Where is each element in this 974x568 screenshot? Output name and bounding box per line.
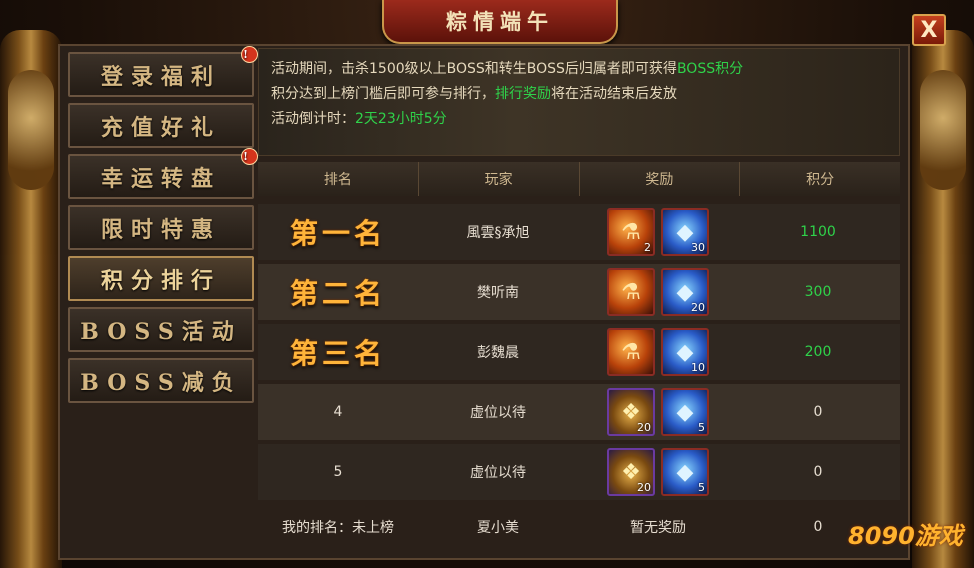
game-window: 粽情端午 X 登录福利 ! 充值好礼 幸运转盘 ! 限时特惠 积分排行 BOSS… (0, 0, 974, 568)
my-name: 夏小美 (477, 520, 519, 536)
potion-icon[interactable]: ⚗ (607, 328, 655, 376)
menu-item-label: 充值好礼 (100, 114, 221, 141)
player-name: 虚位以待 (470, 405, 526, 421)
reward-items: ⚗ 2 ◆ 30 (578, 204, 738, 260)
alert-badge: ! (241, 46, 258, 63)
item-quantity: 20 (637, 421, 651, 434)
menu-item-boss-relief[interactable]: BOSS减负 (68, 358, 254, 403)
table-row: 第三名 彭魏晨 ⚗ ◆ 10 200 (258, 324, 900, 380)
menu-item-label: 登录福利 (100, 63, 221, 90)
close-button[interactable]: X (912, 14, 946, 46)
header-score: 积分 (806, 172, 835, 188)
reward-items: ⚗ ◆ 10 (578, 324, 738, 380)
item-quantity: 10 (691, 361, 705, 374)
menu-item-label: 积分排行 (100, 267, 221, 294)
my-rank: 我的排名：未上榜 (282, 520, 394, 536)
item-quantity: 5 (698, 481, 705, 494)
menu-item-label: 限时特惠 (100, 216, 221, 243)
crystal-icon[interactable]: ◆ 5 (661, 448, 709, 496)
score-value: 1100 (800, 224, 836, 240)
menu-item-login-bonus[interactable]: 登录福利 ! (68, 46, 258, 97)
score-value: 0 (813, 464, 823, 480)
menu-item-label: BOSS活动 (80, 318, 242, 345)
rank-label: 4 (333, 404, 343, 420)
my-ranking-footer: 我的排名：未上榜 夏小美 暂无奖励 0 (258, 502, 900, 552)
potion-icon[interactable]: ⚗ (607, 268, 655, 316)
menu-item-limited-offer[interactable]: 限时特惠 (68, 205, 254, 250)
table-row: 第二名 樊听南 ⚗ ◆ 20 300 (258, 264, 900, 320)
item-quantity: 2 (644, 241, 651, 254)
treasure-chest-icon[interactable]: ❖ 20 (607, 448, 655, 496)
site-logo: 8090游戏 (848, 522, 963, 550)
crystal-icon[interactable]: ◆ 20 (661, 268, 709, 316)
menu-item-lucky-wheel[interactable]: 幸运转盘 ! (68, 148, 258, 199)
rank-label: 第二名 (289, 277, 386, 310)
menu-item-label: BOSS减负 (80, 369, 242, 396)
treasure-chest-icon[interactable]: ❖ 20 (607, 388, 655, 436)
boss-points-highlight: BOSS积分 (676, 61, 744, 77)
header-rank: 排名 (258, 162, 419, 196)
item-quantity: 20 (637, 481, 651, 494)
score-value: 200 (804, 344, 832, 360)
countdown-value: 2天23小时5分 (355, 111, 447, 127)
player-name: 樊听南 (477, 285, 519, 301)
table-row: 第一名 風雲§承旭 ⚗ 2 ◆ 30 1100 (258, 204, 900, 260)
my-reward: 暂无奖励 (630, 520, 686, 536)
right-statue-decoration (912, 30, 974, 568)
ranking-table-header: 排名 玩家 奖励 积分 (258, 162, 900, 196)
menu-item-label: 幸运转盘 (100, 165, 221, 192)
side-menu: 登录福利 ! 充值好礼 幸运转盘 ! 限时特惠 积分排行 BOSS活动 BOSS… (68, 46, 258, 409)
crystal-icon[interactable]: ◆ 5 (661, 388, 709, 436)
item-quantity: 20 (691, 301, 705, 314)
ranking-reward-highlight: 排行奖励 (495, 86, 551, 102)
event-info-box: 活动期间，击杀1500级以上BOSS和转生BOSS后归属者即可获得BOSS积分 … (258, 48, 900, 156)
menu-item-points-ranking[interactable]: 积分排行 (68, 256, 254, 301)
countdown: 活动倒计时：2天23小时5分 (271, 111, 447, 127)
player-name: 彭魏晨 (477, 345, 519, 361)
crystal-icon[interactable]: ◆ 10 (661, 328, 709, 376)
item-quantity: 5 (698, 421, 705, 434)
alert-badge: ! (241, 148, 258, 165)
window-title: 粽情端午 (382, 0, 618, 44)
header-player: 玩家 (419, 162, 580, 196)
reward-items: ❖ 20 ◆ 5 (578, 384, 738, 440)
menu-item-recharge-gift[interactable]: 充值好礼 (68, 103, 254, 148)
info-line-2: 积分达到上榜门槛后即可参与排行，排行奖励将在活动结束后发放 (271, 86, 677, 102)
table-row: 5 虚位以待 ❖ 20 ◆ 5 0 (258, 444, 900, 500)
header-reward: 奖励 (580, 162, 741, 196)
info-line-1: 活动期间，击杀1500级以上BOSS和转生BOSS后归属者即可获得BOSS积分 (271, 61, 744, 77)
crystal-icon[interactable]: ◆ 30 (661, 208, 709, 256)
item-quantity: 30 (691, 241, 705, 254)
menu-item-boss-event[interactable]: BOSS活动 (68, 307, 254, 352)
table-row: 4 虚位以待 ❖ 20 ◆ 5 0 (258, 384, 900, 440)
rank-label: 第一名 (289, 217, 386, 250)
reward-items: ❖ 20 ◆ 5 (578, 444, 738, 500)
player-name: 虚位以待 (470, 465, 526, 481)
player-name: 風雲§承旭 (466, 225, 530, 241)
score-value: 0 (813, 404, 823, 420)
reward-items: ⚗ ◆ 20 (578, 264, 738, 320)
score-value: 300 (804, 284, 832, 300)
rank-label: 第三名 (289, 337, 386, 370)
rank-label: 5 (333, 464, 343, 480)
potion-icon[interactable]: ⚗ 2 (607, 208, 655, 256)
left-statue-decoration (0, 30, 62, 568)
